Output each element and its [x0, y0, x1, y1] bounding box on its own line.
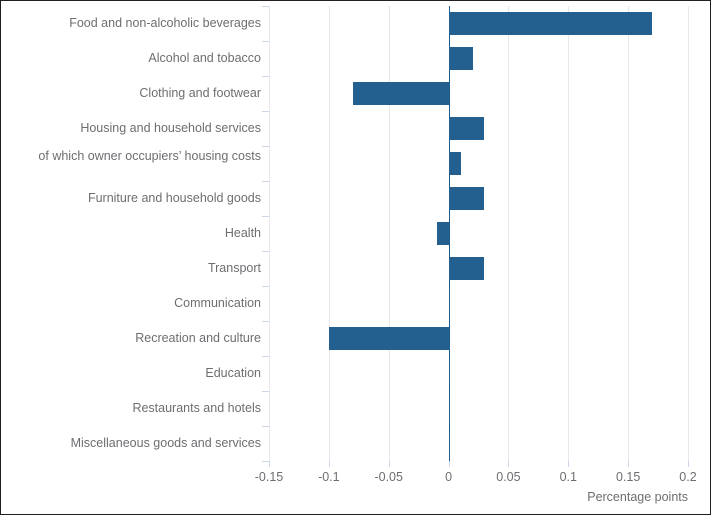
y-tick: [262, 356, 269, 357]
x-tick: [628, 461, 629, 467]
category-label: Transport: [207, 261, 261, 275]
chart-row: [269, 216, 688, 251]
y-tick: [262, 321, 269, 322]
y-tick: [262, 181, 269, 182]
chart-row: [269, 76, 688, 111]
y-tick: [262, 6, 269, 7]
chart-row: [269, 286, 688, 321]
x-tick-label: 0.1: [559, 470, 577, 484]
chart-row: [269, 181, 688, 216]
x-tick: [508, 461, 509, 467]
bar[interactable]: [328, 327, 449, 350]
x-tick-label: 0: [445, 470, 453, 484]
x-tick-label: -0.1: [318, 470, 340, 484]
chart-container: Food and non-alcoholic beverages Alcohol …: [0, 0, 711, 515]
y-tick: [262, 426, 269, 427]
category-label: Miscellaneous goods and services: [70, 436, 261, 450]
chart-row: [269, 146, 688, 181]
y-tick: [262, 76, 269, 77]
y-tick: [262, 286, 269, 287]
category-label: Communication: [174, 296, 261, 310]
chart-row: [269, 321, 688, 356]
category-label: Clothing and footwear: [139, 86, 261, 100]
y-tick: [262, 391, 269, 392]
y-tick: [262, 461, 269, 462]
x-tick-label: 0.2: [679, 470, 697, 484]
bar[interactable]: [448, 432, 450, 455]
bar[interactable]: [448, 117, 485, 140]
x-tick: [688, 461, 689, 467]
bar[interactable]: [448, 187, 485, 210]
category-label: Alcohol and tobacco: [148, 51, 261, 65]
chart-row: [269, 111, 688, 146]
gridline-7: [688, 6, 689, 461]
bar[interactable]: [352, 82, 449, 105]
y-tick: [262, 146, 269, 147]
x-tick-label: -0.15: [254, 470, 284, 484]
chart-row: [269, 41, 688, 76]
category-label: Furniture and household goods: [87, 191, 261, 205]
bar[interactable]: [448, 257, 485, 280]
category-label: Education: [205, 366, 261, 380]
x-tick: [568, 461, 569, 467]
x-tick: [269, 461, 270, 467]
x-axis-title: Percentage points: [587, 490, 688, 504]
category-label: of which owner occupiers’ housing costs: [38, 148, 261, 163]
bar[interactable]: [448, 152, 461, 175]
x-tick: [449, 461, 450, 467]
category-label: Restaurants and hotels: [132, 401, 261, 415]
bar[interactable]: [448, 362, 450, 385]
chart-row: [269, 426, 688, 461]
x-tick-label: 0.05: [496, 470, 521, 484]
category-label: Housing and household services: [80, 121, 261, 135]
x-tick-label: 0.15: [615, 470, 641, 484]
y-tick: [262, 216, 269, 217]
bar[interactable]: [448, 47, 473, 70]
x-tick: [389, 461, 390, 467]
chart-row: [269, 391, 688, 426]
bar[interactable]: [448, 292, 450, 315]
x-tick-label: -0.05: [374, 470, 403, 484]
x-tick: [329, 461, 330, 467]
bar[interactable]: [436, 222, 449, 245]
y-tick: [262, 41, 269, 42]
plot-area: [269, 6, 689, 461]
bar[interactable]: [448, 12, 653, 35]
chart-row: [269, 251, 688, 286]
category-label: Health: [224, 226, 261, 240]
y-tick: [262, 111, 269, 112]
y-tick: [262, 251, 269, 252]
chart-row: [269, 6, 688, 41]
category-label: Food and non-alcoholic beverages: [69, 16, 261, 30]
bar[interactable]: [448, 397, 450, 420]
chart-row: [269, 356, 688, 391]
category-label: Recreation and culture: [135, 331, 261, 345]
